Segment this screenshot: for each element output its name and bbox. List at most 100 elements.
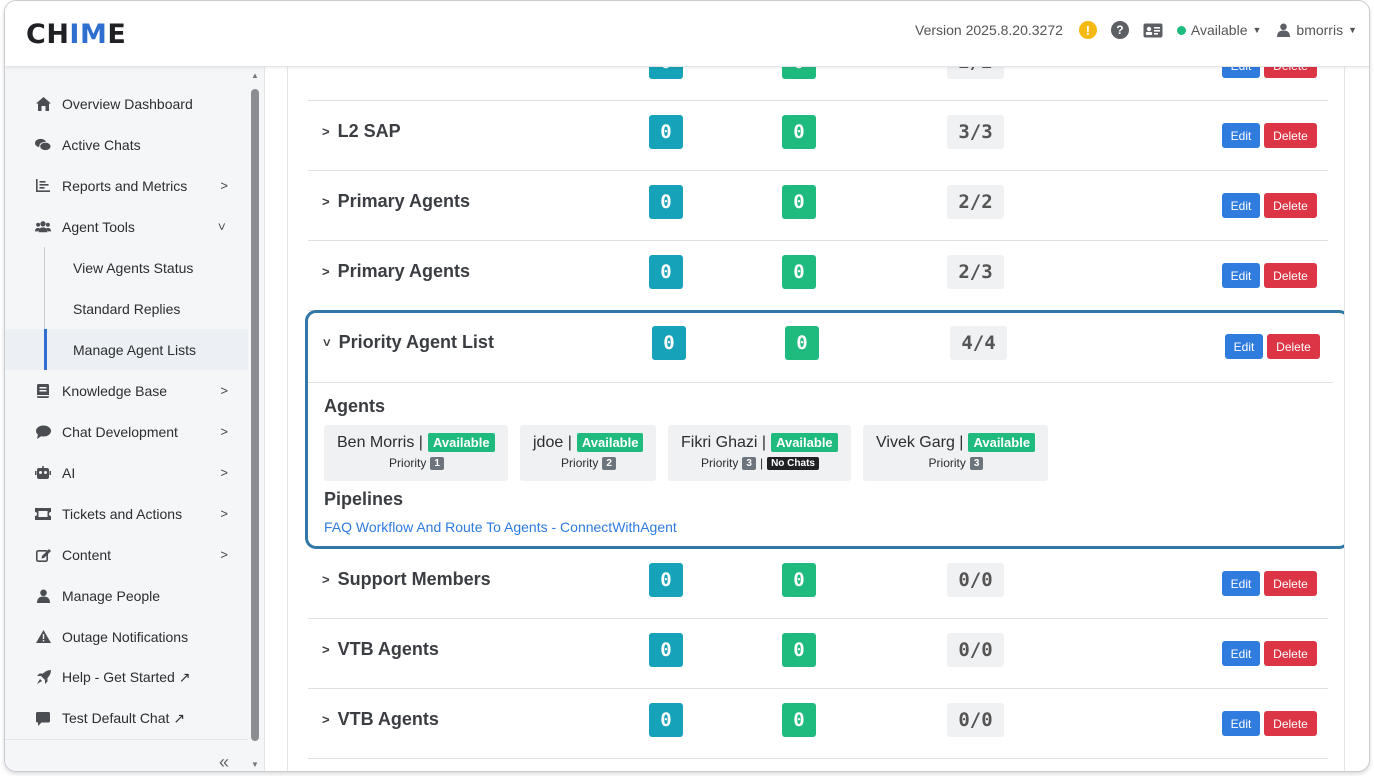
edit-button[interactable]: Edit — [1222, 641, 1260, 666]
sidebar-item-tickets-and-actions[interactable]: Tickets and Actions > — [5, 493, 248, 534]
edit-button[interactable]: Edit — [1222, 263, 1260, 288]
status-badge: Available — [427, 433, 495, 452]
chats-icon — [35, 137, 51, 153]
id-card-icon[interactable] — [1143, 23, 1163, 38]
agent-name: Fikri Ghazi | — [681, 433, 767, 451]
book-icon — [35, 383, 51, 399]
sidebar-item-view-agents-status[interactable]: View Agents Status — [5, 247, 248, 288]
scroll-up-icon[interactable]: ▲ — [251, 71, 259, 80]
agent-list-row[interactable]: > Priority Agent List 0 0 4/4 Edit Delete — [308, 313, 1333, 383]
sidebar-item-test-default-chat[interactable]: Test Default Chat ↗ — [5, 698, 248, 739]
agents-ratio: 2/3 — [947, 255, 1004, 289]
expanded-agent-list: > Priority Agent List 0 0 4/4 Edit Delete… — [305, 310, 1344, 549]
chevron-right-icon: > — [322, 642, 330, 657]
agent-list-title[interactable]: > VTB Agents — [322, 709, 439, 730]
agent-list-title[interactable]: > L2 SAP — [322, 121, 401, 142]
available-count-badge: 0 — [782, 255, 816, 289]
robot-icon — [35, 465, 51, 481]
chevron-right-icon: > — [220, 424, 228, 439]
edit-button[interactable]: Edit — [1222, 123, 1260, 148]
status-dropdown[interactable]: Available ▼ — [1176, 22, 1262, 38]
agent-list-row[interactable]: > VTB Agents 0 0 0/0 Edit Delete — [308, 619, 1328, 689]
delete-button[interactable]: Delete — [1264, 711, 1317, 736]
delete-button[interactable]: Delete — [1264, 193, 1317, 218]
delete-button[interactable]: Delete — [1267, 334, 1320, 359]
sidebar-item-overview-dashboard[interactable]: Overview Dashboard — [5, 83, 248, 124]
chevron-down-icon: ▼ — [1252, 25, 1262, 35]
delete-button[interactable]: Delete — [1264, 571, 1317, 596]
alert-icon[interactable]: ! — [1078, 21, 1097, 39]
agent-card: Ben Morris | Available Priority 1 — [324, 425, 508, 481]
edit-button[interactable]: Edit — [1225, 334, 1263, 359]
chevron-down-icon: ▼ — [1348, 25, 1357, 35]
scroll-down-icon[interactable]: ▼ — [251, 760, 259, 769]
agents-ratio: 0/0 — [947, 563, 1004, 597]
sidebar-scrollbar[interactable]: ▲ ▼ — [248, 71, 262, 771]
agents-ratio: 0/0 — [947, 633, 1004, 667]
warning-icon — [35, 629, 51, 645]
chime-logo[interactable]: CHIME — [26, 19, 126, 50]
sidebar-item-manage-people[interactable]: Manage People — [5, 575, 248, 616]
chats-count-badge: 0 — [649, 185, 683, 219]
agent-list-row[interactable]: 0 0 2/2 Edit Delete — [308, 67, 1328, 101]
delete-button[interactable]: Delete — [1264, 123, 1317, 148]
edit-button[interactable]: Edit — [1222, 571, 1260, 596]
agent-list-row[interactable]: > Support Members 0 0 0/0 Edit Delete — [308, 549, 1328, 619]
delete-button[interactable]: Delete — [1264, 641, 1317, 666]
chevron-right-icon: > — [322, 264, 330, 279]
sidebar-item-standard-replies[interactable]: Standard Replies — [5, 288, 248, 329]
status-badge: Available — [968, 433, 1036, 452]
chevron-right-icon: > — [220, 178, 228, 193]
status-badge: Available — [576, 433, 644, 452]
edit-button[interactable]: Edit — [1222, 193, 1260, 218]
priority-badge: 1 — [430, 456, 444, 470]
sidebar-item-content[interactable]: Content > — [5, 534, 248, 575]
users-icon — [35, 219, 51, 235]
rocket-icon — [35, 670, 51, 686]
sidebar-item-ai[interactable]: AI > — [5, 452, 248, 493]
sidebar-collapse-bar: « — [5, 739, 248, 771]
agent-list-title[interactable]: > Primary Agents — [322, 261, 470, 282]
agent-list-title[interactable]: > Priority Agent List — [319, 332, 494, 353]
agents-heading: Agents — [324, 396, 386, 416]
person-icon — [1277, 23, 1291, 37]
sidebar-item-agent-tools[interactable]: Agent Tools > — [5, 206, 248, 247]
sidebar-item-help-get-started[interactable]: Help - Get Started ↗ — [5, 657, 248, 698]
help-icon[interactable]: ? — [1110, 21, 1129, 39]
agent-list-row[interactable]: > VTB Agents 0 0 0/0 Edit Delete — [308, 689, 1328, 759]
available-count-badge: 0 — [782, 703, 816, 737]
chevron-right-icon: > — [220, 506, 228, 521]
sidebar-item-outage-notifications[interactable]: Outage Notifications — [5, 616, 248, 657]
pipelines-heading: Pipelines — [324, 489, 404, 509]
agent-list-title[interactable]: > VTB Agents — [322, 639, 439, 660]
available-count-badge: 0 — [782, 563, 816, 597]
sidebar-item-knowledge-base[interactable]: Knowledge Base > — [5, 370, 248, 411]
agents-list: Ben Morris | Available Priority 1 jdoe | Av… — [324, 425, 1048, 481]
sidebar: Overview Dashboard Active Chats Reports … — [5, 67, 265, 771]
scrollbar-thumb[interactable] — [251, 89, 259, 741]
edit-button[interactable]: Edit — [1222, 67, 1260, 78]
delete-button[interactable]: Delete — [1264, 67, 1317, 78]
agent-list-title[interactable]: > Primary Agents — [322, 191, 470, 212]
delete-button[interactable]: Delete — [1264, 263, 1317, 288]
agents-ratio: 3/3 — [947, 115, 1004, 149]
pipeline-link[interactable]: FAQ Workflow And Route To Agents - Conne… — [324, 519, 677, 535]
version-label: Version 2025.8.20.3272 — [915, 22, 1063, 38]
agent-list-title[interactable]: > Support Members — [322, 569, 491, 590]
sidebar-item-manage-agent-lists[interactable]: Manage Agent Lists — [5, 329, 248, 370]
chats-count-badge: 0 — [649, 67, 683, 79]
edit-button[interactable]: Edit — [1222, 711, 1260, 736]
chevron-right-icon: > — [220, 465, 228, 480]
agent-list-row[interactable]: > Primary Agents 0 0 2/2 Edit Delete — [308, 171, 1328, 241]
sidebar-item-active-chats[interactable]: Active Chats — [5, 124, 248, 165]
sidebar-item-reports-and-metrics[interactable]: Reports and Metrics > — [5, 165, 248, 206]
available-count-badge: 0 — [782, 115, 816, 149]
agent-list-row[interactable]: > Primary Agents 0 0 2/3 Edit Delete — [308, 241, 1328, 311]
user-dropdown[interactable]: bmorris ▼ — [1277, 22, 1357, 38]
agent-list-row[interactable]: > L2 SAP 0 0 3/3 Edit Delete — [308, 101, 1328, 171]
chevron-down-icon: > — [319, 338, 335, 347]
collapse-sidebar-icon[interactable]: « — [219, 752, 229, 771]
edit-icon — [35, 547, 51, 563]
chats-count-badge: 0 — [649, 703, 683, 737]
sidebar-item-chat-development[interactable]: Chat Development > — [5, 411, 248, 452]
